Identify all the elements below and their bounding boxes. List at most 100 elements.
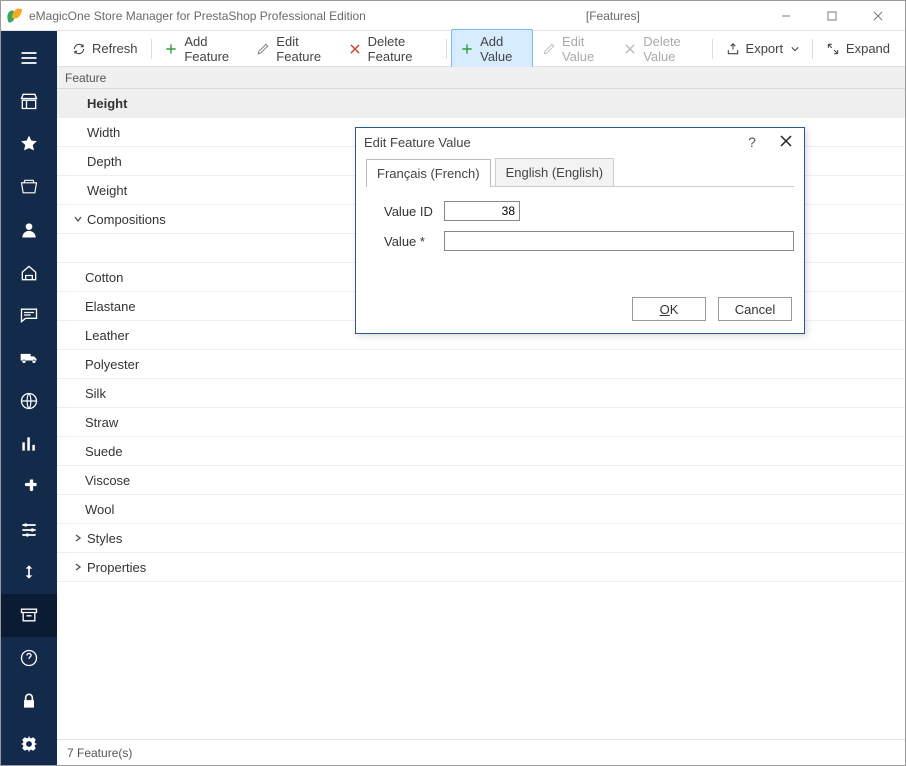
value-label: Value * <box>384 234 436 249</box>
row-label: Weight <box>87 183 127 198</box>
row-indent: Depth <box>57 154 122 169</box>
refresh-icon <box>72 42 86 56</box>
row-label: Polyester <box>57 357 139 372</box>
table-row[interactable]: Height <box>57 89 905 118</box>
row-label: Wool <box>57 502 114 517</box>
table-row[interactable]: Silk <box>57 379 905 408</box>
ok-button[interactable]: OK <box>632 297 706 321</box>
sidebar-item-home-cart[interactable] <box>1 251 57 294</box>
maximize-button[interactable] <box>809 1 855 31</box>
toolbar-separator <box>812 39 813 59</box>
sidebar-item-lock[interactable] <box>1 679 57 722</box>
add-feature-button[interactable]: Add Feature <box>155 29 247 69</box>
expand-toggle-icon[interactable] <box>71 533 85 543</box>
delete-value-label: Delete Value <box>643 34 699 64</box>
tab-label: Français (French) <box>377 166 480 181</box>
toolbar-separator <box>151 39 152 59</box>
sidebar-item-orders[interactable] <box>1 165 57 208</box>
row-label: Height <box>87 96 127 111</box>
table-row[interactable]: Straw <box>57 408 905 437</box>
x-icon <box>623 42 637 56</box>
tab-french[interactable]: Français (French) <box>366 159 491 187</box>
delete-feature-button[interactable]: Delete Feature <box>339 29 443 69</box>
expand-toggle-icon[interactable] <box>71 562 85 572</box>
dialog-help-button[interactable]: ? <box>742 134 762 150</box>
dialog-titlebar[interactable]: Edit Feature Value ? <box>356 128 804 156</box>
app-window: eMagicOne Store Manager for PrestaShop P… <box>0 0 906 766</box>
refresh-button[interactable]: Refresh <box>63 36 147 61</box>
expand-toggle-icon[interactable] <box>71 214 85 224</box>
sidebar-item-star[interactable] <box>1 123 57 166</box>
plus-icon <box>164 42 178 56</box>
sidebar-item-shipping[interactable] <box>1 337 57 380</box>
row-label: Styles <box>87 531 122 546</box>
sidebar-item-menu[interactable] <box>1 37 57 80</box>
table-row[interactable]: Styles <box>57 524 905 553</box>
edit-feature-button[interactable]: Edit Feature <box>247 29 338 69</box>
row-label: Depth <box>87 154 122 169</box>
sidebar-item-sync[interactable] <box>1 551 57 594</box>
expand-button[interactable]: Expand <box>817 36 899 61</box>
row-label: Elastane <box>57 299 136 314</box>
row-indent: Width <box>57 125 120 140</box>
table-row[interactable]: Wool <box>57 495 905 524</box>
add-value-button[interactable]: Add Value <box>451 29 533 69</box>
sidebar-item-reports[interactable] <box>1 422 57 465</box>
delete-feature-label: Delete Feature <box>368 34 434 64</box>
add-feature-label: Add Feature <box>184 34 238 64</box>
row-label: Properties <box>87 560 146 575</box>
table-row[interactable]: Viscose <box>57 466 905 495</box>
row-label: Width <box>87 125 120 140</box>
cancel-label: Cancel <box>735 302 775 317</box>
dialog-close-button[interactable] <box>776 135 796 150</box>
minimize-button[interactable] <box>763 1 809 31</box>
row-label: Cotton <box>57 270 123 285</box>
app-logo-icon <box>7 8 23 24</box>
dialog-title: Edit Feature Value <box>364 135 471 150</box>
sidebar-item-store[interactable] <box>1 80 57 123</box>
row-label: Silk <box>57 386 106 401</box>
plus-icon <box>460 42 474 56</box>
dialog-buttons: OK Cancel <box>366 293 794 327</box>
value-id-field[interactable] <box>444 201 520 221</box>
sidebar <box>1 31 57 765</box>
toolbar-separator <box>446 39 447 59</box>
tab-english[interactable]: English (English) <box>495 158 615 186</box>
table-row[interactable]: Properties <box>57 553 905 582</box>
value-row: Value * <box>384 231 794 251</box>
chevron-down-icon <box>791 41 799 56</box>
sidebar-item-archive[interactable] <box>1 594 57 637</box>
table-row[interactable]: Polyester <box>57 350 905 379</box>
export-icon <box>726 42 740 56</box>
edit-value-label: Edit Value <box>562 34 605 64</box>
sidebar-item-sliders[interactable] <box>1 508 57 551</box>
toolbar: Refresh Add Feature Edit Feature Delete … <box>57 31 905 67</box>
window-buttons <box>763 1 901 31</box>
cancel-button[interactable]: Cancel <box>718 297 792 321</box>
add-value-label: Add Value <box>480 34 524 64</box>
ok-accel: O <box>660 302 670 317</box>
statusbar: 7 Feature(s) <box>57 739 905 765</box>
row-label: Leather <box>57 328 129 343</box>
sidebar-item-globe[interactable] <box>1 380 57 423</box>
expand-icon <box>826 42 840 56</box>
titlebar: eMagicOne Store Manager for PrestaShop P… <box>1 1 905 31</box>
export-button[interactable]: Export <box>717 36 809 61</box>
column-header-feature[interactable]: Feature <box>57 67 905 89</box>
table-row[interactable]: Suede <box>57 437 905 466</box>
sidebar-item-plugin[interactable] <box>1 465 57 508</box>
close-button[interactable] <box>855 1 901 31</box>
value-id-label: Value ID <box>384 204 436 219</box>
sidebar-item-settings[interactable] <box>1 722 57 765</box>
value-id-row: Value ID <box>384 201 794 221</box>
sidebar-item-customers[interactable] <box>1 208 57 251</box>
pencil-icon <box>256 42 270 56</box>
row-label: Compositions <box>87 212 166 227</box>
edit-feature-value-dialog: Edit Feature Value ? Français (French) E… <box>355 127 805 334</box>
sidebar-item-help[interactable] <box>1 637 57 680</box>
dialog-body: Français (French) English (English) Valu… <box>356 156 804 333</box>
dialog-tabs: Français (French) English (English) <box>366 158 794 186</box>
sidebar-item-messages[interactable] <box>1 294 57 337</box>
value-field[interactable] <box>444 231 794 251</box>
row-label: Viscose <box>57 473 130 488</box>
